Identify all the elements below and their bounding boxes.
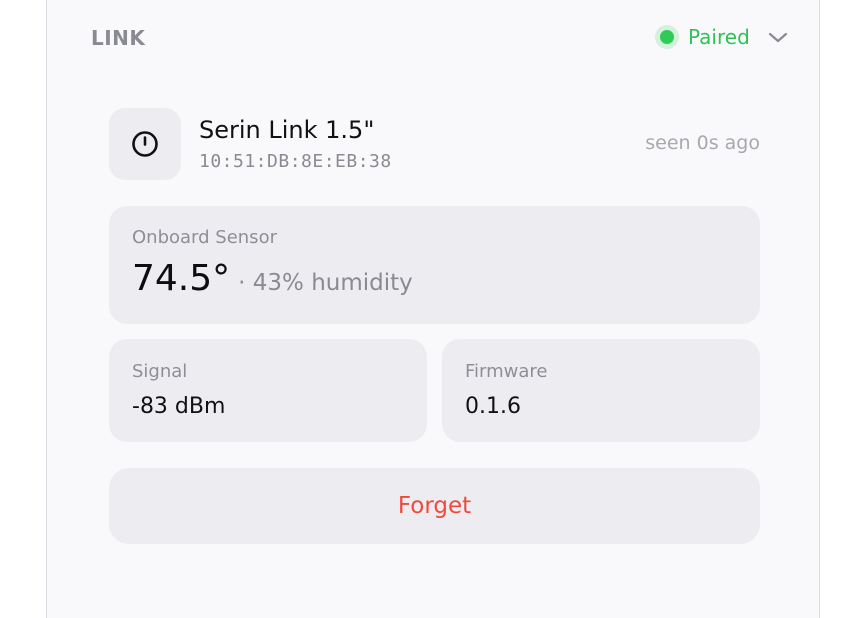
device-mac-address: 10:51:DB:8E:EB:38 — [199, 151, 392, 172]
sensor-reading: 74.5° · 43% humidity — [132, 261, 413, 297]
last-seen: seen 0s ago — [645, 132, 760, 154]
sensor-label: Onboard Sensor — [132, 227, 277, 248]
link-panel: LINK Paired Serin Link 1.5" 10:51:DB:8E:… — [46, 0, 820, 618]
firmware-value: 0.1.6 — [465, 394, 521, 419]
power-icon — [132, 131, 158, 157]
signal-value: -83 dBm — [132, 394, 226, 419]
section-label: LINK — [91, 26, 146, 50]
temperature-value: 74.5° — [132, 258, 231, 299]
signal-label: Signal — [132, 361, 188, 382]
device-icon-tile — [109, 108, 181, 180]
signal-card: Signal -83 dBm — [109, 339, 427, 442]
status-dot-icon — [660, 30, 674, 44]
status-text: Paired — [688, 25, 750, 49]
device-name: Serin Link 1.5" — [199, 116, 375, 144]
pairing-status: Paired — [654, 23, 750, 51]
chevron-down-icon[interactable] — [767, 26, 789, 48]
firmware-label: Firmware — [465, 361, 548, 382]
device-row: Serin Link 1.5" 10:51:DB:8E:EB:38 seen 0… — [109, 108, 760, 180]
humidity-value: · 43% humidity — [238, 270, 413, 296]
forget-button[interactable]: Forget — [109, 468, 760, 544]
onboard-sensor-card: Onboard Sensor 74.5° · 43% humidity — [109, 206, 760, 324]
firmware-card: Firmware 0.1.6 — [442, 339, 760, 442]
